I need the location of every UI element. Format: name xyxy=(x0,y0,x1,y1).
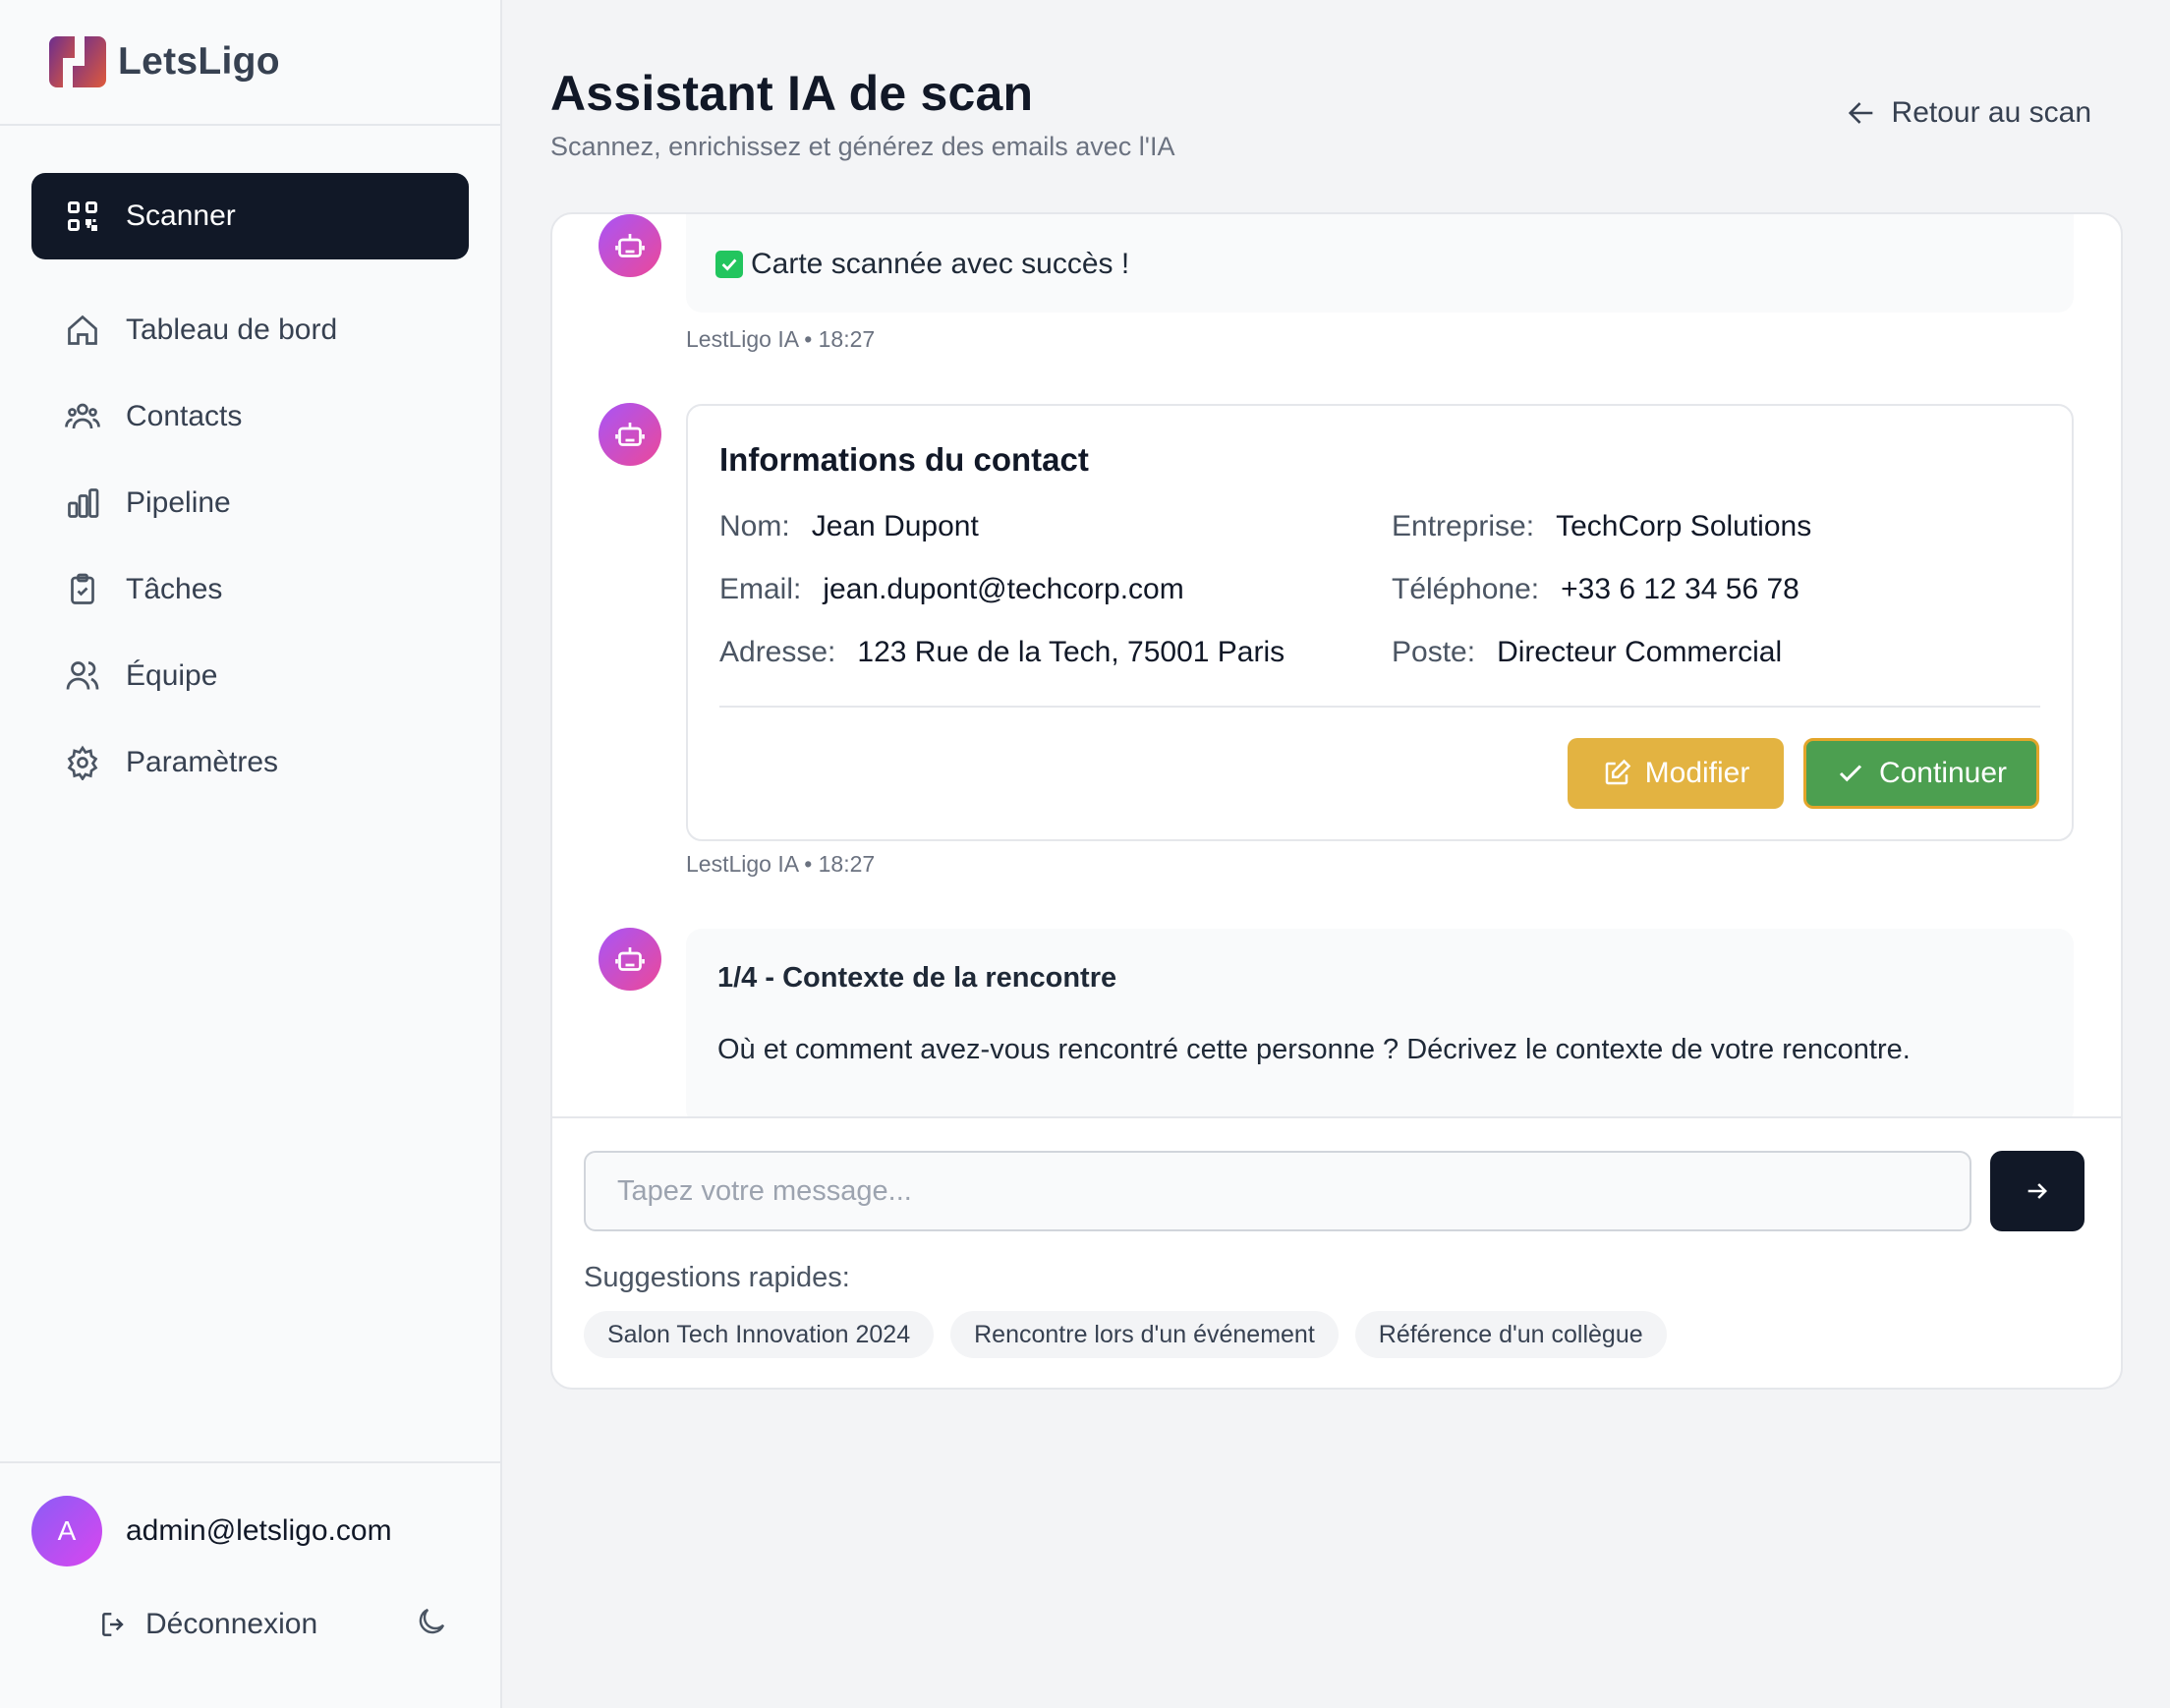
gear-icon xyxy=(65,745,100,780)
bot-avatar xyxy=(599,214,661,277)
sidebar-item-label: Équipe xyxy=(126,659,218,692)
robot-icon xyxy=(615,234,645,257)
field-value: TechCorp Solutions xyxy=(1556,510,1812,542)
logout-button[interactable]: Déconnexion xyxy=(98,1608,317,1641)
field-label: Téléphone: xyxy=(1392,573,1540,605)
user-email: admin@letsligo.com xyxy=(126,1514,392,1547)
clipboard-check-icon xyxy=(65,572,100,607)
arrow-right-icon xyxy=(2027,1183,2047,1199)
page-subtitle: Scannez, enrichissez et générez des emai… xyxy=(550,132,1175,161)
page-header: Assistant IA de scan Scannez, enrichisse… xyxy=(550,65,1174,162)
logout-label: Déconnexion xyxy=(145,1607,318,1640)
suggestion-chips: Salon Tech Innovation 2024 Rencontre lor… xyxy=(584,1311,1684,1358)
robot-icon xyxy=(615,423,645,446)
page-title: Assistant IA de scan xyxy=(550,66,1034,121)
bar-chart-icon xyxy=(65,485,100,521)
sidebar-item-settings[interactable]: Paramètres xyxy=(31,719,469,806)
brand-name: LetsLigo xyxy=(118,40,280,83)
contact-info-card: Informations du contact Nom: Jean Dupont … xyxy=(686,404,2074,841)
edit-icon xyxy=(1605,759,1630,785)
sidebar-item-scanner[interactable]: Scanner xyxy=(31,173,469,259)
sidebar-item-tasks[interactable]: Tâches xyxy=(31,546,469,633)
field-value: Jean Dupont xyxy=(811,510,979,542)
send-button[interactable] xyxy=(1990,1151,2084,1231)
field-value: 123 Rue de la Tech, 75001 Paris xyxy=(857,636,1285,668)
sidebar-item-dashboard[interactable]: Tableau de bord xyxy=(31,287,469,373)
field-value: +33 6 12 34 56 78 xyxy=(1561,573,1799,605)
divider xyxy=(719,706,2040,708)
user-profile[interactable]: A admin@letsligo.com xyxy=(0,1463,500,1566)
sidebar-item-label: Tâches xyxy=(126,573,223,605)
avatar: A xyxy=(31,1496,102,1566)
field-poste: Poste: Directeur Commercial xyxy=(1392,636,1782,669)
field-nom: Nom: Jean Dupont xyxy=(719,510,979,543)
bot-avatar xyxy=(599,403,661,466)
sidebar-footer: A admin@letsligo.com Déconnexion xyxy=(0,1461,500,1708)
back-link-label: Retour au scan xyxy=(1891,96,2091,129)
robot-icon xyxy=(615,947,645,971)
field-telephone: Téléphone: +33 6 12 34 56 78 xyxy=(1392,573,1799,606)
users-icon xyxy=(65,399,100,434)
suggestions-label: Suggestions rapides: xyxy=(584,1262,850,1293)
sidebar-item-label: Pipeline xyxy=(126,486,231,519)
bot-message: Carte scannée avec succès ! xyxy=(686,214,2074,313)
question-title: 1/4 - Contexte de la rencontre xyxy=(717,962,1117,994)
field-label: Nom: xyxy=(719,510,790,542)
field-adresse: Adresse: 123 Rue de la Tech, 75001 Paris xyxy=(719,636,1285,669)
sidebar-item-contacts[interactable]: Contacts xyxy=(31,373,469,460)
check-icon xyxy=(1839,765,1862,782)
sidebar-item-team[interactable]: Équipe xyxy=(31,633,469,719)
suggestion-chip[interactable]: Référence d'un collègue xyxy=(1354,1311,1667,1358)
message-input[interactable] xyxy=(584,1151,1971,1231)
field-label: Email: xyxy=(719,573,802,605)
sidebar-item-pipeline[interactable]: Pipeline xyxy=(31,460,469,546)
logout-icon xyxy=(102,1612,124,1636)
sidebar-nav: Scanner Tableau de bord Contacts Pipelin… xyxy=(0,126,500,806)
dark-mode-toggle[interactable] xyxy=(414,1604,449,1644)
contact-info-title: Informations du contact xyxy=(719,441,1089,478)
field-label: Entreprise: xyxy=(1392,510,1535,542)
suggestion-chip[interactable]: Rencontre lors d'un événement xyxy=(950,1311,1339,1358)
suggestion-chip[interactable]: Salon Tech Innovation 2024 xyxy=(584,1311,935,1358)
moon-icon xyxy=(419,1608,445,1634)
sidebar-item-label: Scanner xyxy=(126,199,236,232)
field-entreprise: Entreprise: TechCorp Solutions xyxy=(1392,510,1811,543)
sidebar: LetsLigo Scanner Tableau de bord Contact… xyxy=(0,0,502,1708)
check-mark-icon xyxy=(715,251,743,278)
modify-button[interactable]: Modifier xyxy=(1568,738,1784,809)
chat-panel: Carte scannée avec succès ! LestLigo IA … xyxy=(550,212,2123,1390)
message-meta: LestLigo IA • 18:27 xyxy=(686,851,876,877)
home-icon xyxy=(65,313,100,348)
bot-avatar xyxy=(599,928,661,991)
modify-label: Modifier xyxy=(1644,757,1750,789)
continue-label: Continuer xyxy=(1878,757,2008,789)
message-meta: LestLigo IA • 18:27 xyxy=(686,326,876,352)
main-content: Assistant IA de scan Scannez, enrichisse… xyxy=(502,0,2170,1708)
bot-question-message: 1/4 - Contexte de la rencontre Où et com… xyxy=(686,929,2074,1116)
brand[interactable]: LetsLigo xyxy=(0,0,500,126)
field-label: Poste: xyxy=(1392,636,1476,668)
chat-messages[interactable]: Carte scannée avec succès ! LestLigo IA … xyxy=(552,214,2121,1118)
back-to-scan-link[interactable]: Retour au scan xyxy=(1845,96,2091,130)
question-text: Où et comment avez-vous rencontré cette … xyxy=(717,1034,1911,1065)
team-icon xyxy=(65,658,100,694)
sidebar-item-label: Tableau de bord xyxy=(126,313,338,346)
field-label: Adresse: xyxy=(719,636,836,668)
continue-button[interactable]: Continuer xyxy=(1803,738,2039,809)
message-composer: Suggestions rapides: Salon Tech Innovati… xyxy=(552,1118,2121,1388)
sidebar-item-label: Paramètres xyxy=(126,746,279,778)
arrow-left-icon xyxy=(1848,102,1872,124)
field-email: Email: jean.dupont@techcorp.com xyxy=(719,573,1184,606)
letsligo-logo-icon xyxy=(49,36,106,87)
sidebar-item-label: Contacts xyxy=(126,400,243,432)
message-text: Carte scannée avec succès ! xyxy=(751,248,1130,280)
field-value: jean.dupont@techcorp.com xyxy=(823,573,1184,605)
qr-scan-icon xyxy=(65,199,100,234)
field-value: Directeur Commercial xyxy=(1497,636,1783,668)
